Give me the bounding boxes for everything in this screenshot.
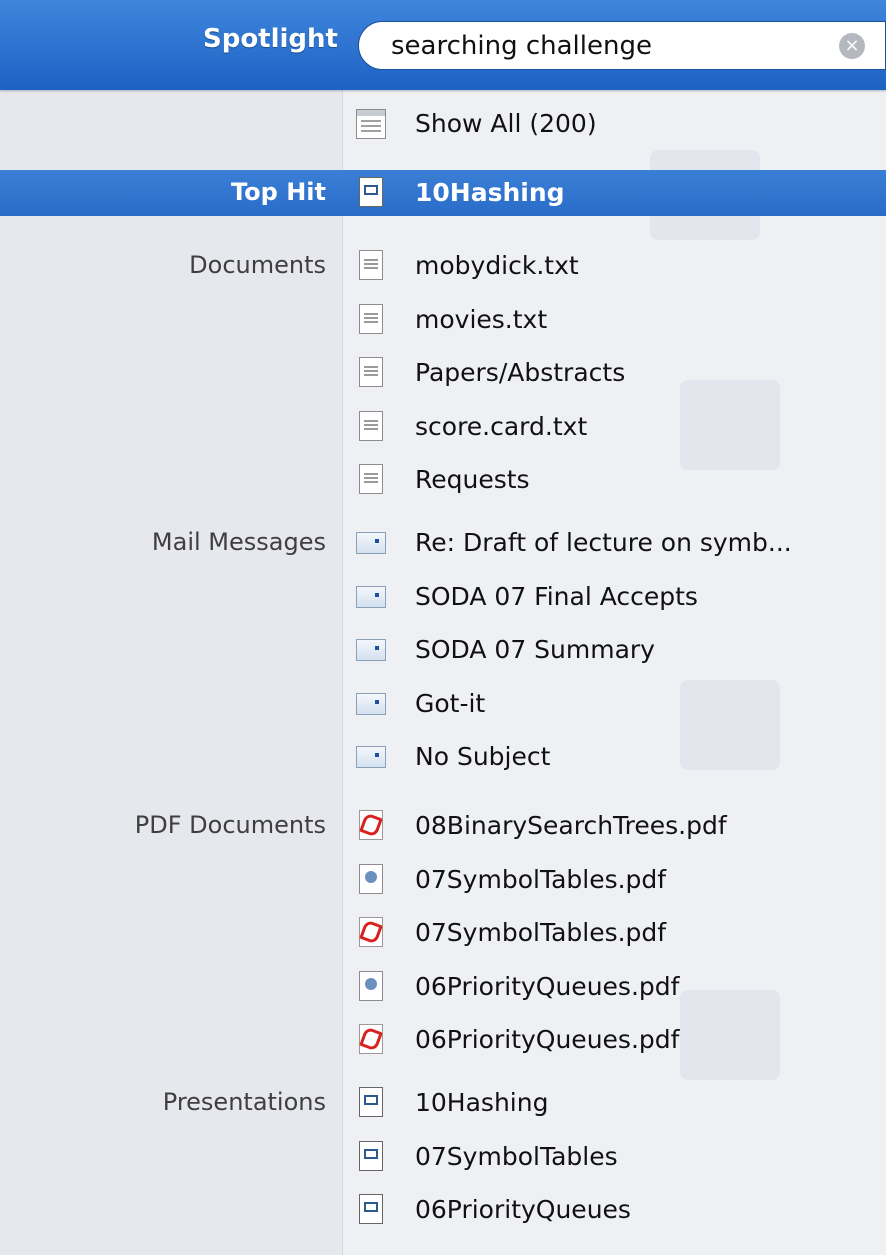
mail-message-icon <box>356 580 386 614</box>
category-label: PDF Documents <box>134 811 326 839</box>
result-label: 07SymbolTables <box>415 1142 618 1171</box>
category-label: Presentations <box>162 1088 326 1116</box>
result-row[interactable]: Documents mobydick.txt <box>0 243 886 289</box>
category-label: Mail Messages <box>151 528 326 556</box>
mail-message-icon <box>356 687 386 721</box>
category-label: Documents <box>189 251 326 279</box>
result-row[interactable]: score.card.txt <box>0 404 886 450</box>
show-all-row[interactable]: Show All (200) <box>0 101 886 147</box>
result-label: Show All (200) <box>415 109 597 138</box>
result-label: 06PriorityQueues.pdf <box>415 1025 680 1054</box>
result-label: movies.txt <box>415 305 548 334</box>
text-document-icon <box>356 463 386 497</box>
mail-message-icon <box>356 633 386 667</box>
text-document-icon <box>356 303 386 337</box>
result-row[interactable]: 07SymbolTables <box>0 1134 886 1180</box>
result-label: 06PriorityQueues.pdf <box>415 972 680 1001</box>
preview-pdf-icon <box>356 970 386 1004</box>
result-row[interactable]: SODA 07 Final Accepts <box>0 574 886 620</box>
result-row[interactable]: 07SymbolTables.pdf <box>0 910 886 956</box>
search-query[interactable]: searching challenge <box>391 31 652 61</box>
result-row[interactable]: Requests <box>0 457 886 503</box>
mail-message-icon <box>356 526 386 560</box>
result-label: Requests <box>415 465 530 494</box>
result-row[interactable]: Got-it <box>0 681 886 727</box>
result-row[interactable]: PDF Documents 08BinarySearchTrees.pdf <box>0 803 886 849</box>
preview-pdf-icon <box>356 863 386 897</box>
result-label: Got-it <box>415 689 486 718</box>
result-row[interactable]: 07SymbolTables.pdf <box>0 857 886 903</box>
spotlight-header: Spotlight searching challenge × <box>0 0 886 90</box>
keynote-presentation-icon <box>356 1086 386 1120</box>
show-all-icon <box>356 107 386 141</box>
result-row[interactable]: Mail Messages Re: Draft of lecture on sym… <box>0 520 886 566</box>
category-label: Top Hit <box>231 178 326 206</box>
result-row[interactable]: No Subject <box>0 734 886 780</box>
top-hit-row[interactable]: Top Hit 10Hashing <box>0 170 886 216</box>
keynote-presentation-icon <box>356 1140 386 1174</box>
acrobat-pdf-icon <box>356 1023 386 1057</box>
result-row[interactable]: 06PriorityQueues.pdf <box>0 964 886 1010</box>
result-label: score.card.txt <box>415 412 588 441</box>
result-label: 07SymbolTables.pdf <box>415 865 667 894</box>
spotlight-search-field[interactable]: searching challenge × <box>358 21 886 70</box>
result-label: Re: Draft of lecture on symb... <box>415 528 792 557</box>
result-label: No Subject <box>415 742 551 771</box>
text-document-icon <box>356 356 386 390</box>
result-label: 08BinarySearchTrees.pdf <box>415 811 727 840</box>
mail-message-icon <box>356 740 386 774</box>
result-label: 10Hashing <box>415 178 565 207</box>
keynote-presentation-icon <box>356 1193 386 1227</box>
result-row[interactable]: Presentations 10Hashing <box>0 1080 886 1126</box>
result-label: 10Hashing <box>415 1088 549 1117</box>
keynote-presentation-icon <box>356 176 386 210</box>
result-row[interactable]: SODA 07 Summary <box>0 627 886 673</box>
result-label: SODA 07 Final Accepts <box>415 582 698 611</box>
result-label: 07SymbolTables.pdf <box>415 918 667 947</box>
text-document-icon <box>356 249 386 283</box>
acrobat-pdf-icon <box>356 809 386 843</box>
result-row[interactable]: movies.txt <box>0 297 886 343</box>
result-label: Papers/Abstracts <box>415 358 626 387</box>
result-label: 06PriorityQueues <box>415 1195 631 1224</box>
text-document-icon <box>356 410 386 444</box>
result-label: mobydick.txt <box>415 251 579 280</box>
result-row[interactable]: 06PriorityQueues <box>0 1187 886 1233</box>
result-label: SODA 07 Summary <box>415 635 655 664</box>
result-row[interactable]: Papers/Abstracts <box>0 350 886 396</box>
acrobat-pdf-icon <box>356 916 386 950</box>
result-row[interactable]: 06PriorityQueues.pdf <box>0 1017 886 1063</box>
clear-search-icon[interactable]: × <box>839 33 865 59</box>
spotlight-title: Spotlight <box>202 24 338 54</box>
